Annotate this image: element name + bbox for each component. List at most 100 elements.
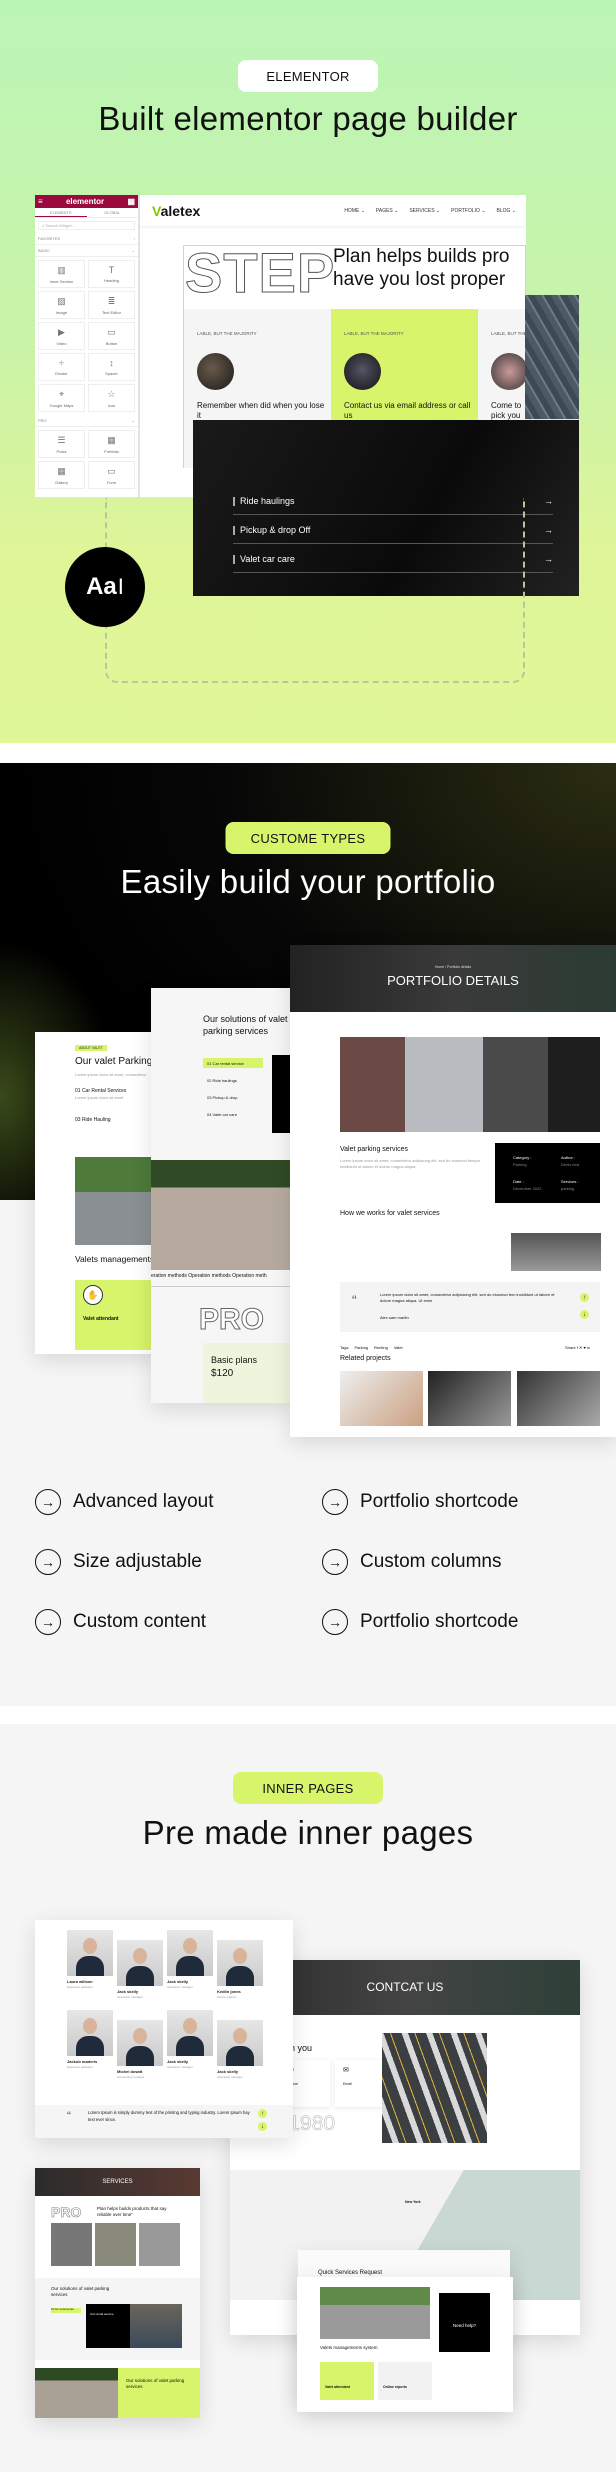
step-avatar [491, 353, 526, 390]
solution-tab[interactable]: 03 Pickup & drop [207, 1095, 237, 1100]
nav-home[interactable]: HOME ⌄ [344, 208, 365, 214]
hamburger-icon[interactable]: ≡ [38, 197, 43, 206]
services-banner: SERVICES [35, 2168, 200, 2196]
divider-icon: ÷ [59, 358, 64, 368]
portfolio-details-page: Home / Portfolio details PORTFOLIO DETAI… [290, 945, 616, 1437]
widget-posts[interactable]: ☰ Posts [38, 430, 85, 458]
widget-portfolio[interactable]: ▦ Portfolio [88, 430, 135, 458]
team-member-role: Operation manager [117, 1995, 143, 1999]
widget-spacer[interactable]: ↕ Spacer [88, 353, 135, 381]
chevron-down-icon: ⌄ [131, 248, 135, 253]
team-member-name: Jack skelly [117, 1989, 139, 1994]
team-member-photo[interactable] [167, 2010, 213, 2056]
button-icon: ▭ [107, 326, 116, 337]
related-project-image[interactable] [428, 1371, 511, 1426]
team-member-role: Senior support [217, 1995, 237, 1999]
service-dark-card: Car rental service [86, 2304, 130, 2348]
share-row[interactable]: Share f ✕ ♥ in [565, 1345, 590, 1350]
nav-blog[interactable]: BLOG ⌄ [497, 208, 516, 214]
tag[interactable]: Valet [394, 1345, 403, 1350]
arrow-down-button[interactable]: ↓ [258, 2122, 267, 2131]
solutions-block: Our solutions of valet parking services … [35, 2278, 200, 2360]
chevron-right-icon: › [133, 236, 135, 241]
widget-gallery[interactable]: ▦ Gallery [38, 461, 85, 489]
widget-image[interactable]: ▨ Image [38, 291, 85, 319]
related-project-image[interactable] [517, 1371, 600, 1426]
widget-search-input[interactable]: ⌕ Search Widget... [38, 221, 135, 230]
feature-item: → Advanced layout [35, 1489, 214, 1515]
tab-elements[interactable]: ELEMENTS [35, 208, 87, 217]
arrow-circle-icon: → [322, 1609, 348, 1635]
step-avatar [197, 353, 234, 390]
grid-icon[interactable]: ▦ [127, 197, 135, 206]
nav-services[interactable]: SERVICES ⌄ [409, 208, 440, 214]
solution-tab[interactable]: 02 Ride haulings [207, 1078, 237, 1083]
team-member-photo[interactable] [217, 1940, 263, 1986]
outline-pro-word: PRO [198, 1303, 265, 1337]
contact-card-email: ✉ Email [335, 2060, 385, 2107]
section-divider [0, 743, 616, 763]
team-member-photo[interactable] [117, 2020, 163, 2066]
elementor-widget-panel: ≡ elementor ▦ ELEMENTS GLOBAL ⌕ Search W… [35, 195, 139, 497]
tag[interactable]: Renting [374, 1345, 388, 1350]
card-title: Our valet Parking Se [75, 1056, 160, 1067]
heading-icon: T [108, 265, 115, 275]
service-image [51, 2223, 92, 2266]
spacer-icon: ↕ [109, 358, 114, 368]
team-member-photo[interactable] [217, 2020, 263, 2066]
team-member-name: Jack skelly [217, 2069, 239, 2074]
arrow-up-button[interactable]: ↑ [580, 1293, 589, 1302]
elementor-pill: ELEMENTOR [238, 60, 378, 92]
parking-lot-image [382, 2033, 487, 2143]
valet-icon: ✋ [83, 1285, 103, 1305]
outline-step-word: STEP [184, 241, 336, 304]
team-member-name: Laura willson [67, 1979, 93, 1984]
widget-form[interactable]: ▭ Form [88, 461, 135, 489]
solutions-green-block: Our solutions of valet parking services [118, 2368, 200, 2418]
team-member-name: Jack skelly [167, 2059, 189, 2064]
widget-icon[interactable]: ☆ Icon [88, 384, 135, 412]
widget-divider[interactable]: ÷ Divider [38, 353, 85, 381]
inner-pages-heading: Pre made inner pages [142, 1814, 474, 1851]
parking-top-view-image [151, 1160, 293, 1270]
portfolio-banner: Home / Portfolio details PORTFOLIO DETAI… [290, 945, 616, 1012]
team-member-role: Operation manager [167, 2065, 193, 2069]
tab-global[interactable]: GLOBAL [87, 208, 139, 217]
widget-heading[interactable]: T Heading [88, 260, 135, 288]
category-favorites[interactable]: FAVORITES › [35, 233, 138, 245]
arrow-up-button[interactable]: ↑ [258, 2109, 267, 2118]
category-pro[interactable]: PRO ⌄ [35, 415, 138, 427]
tag[interactable]: Parking [354, 1345, 368, 1350]
arrow-circle-icon: → [35, 1609, 61, 1635]
image-icon: ▨ [57, 295, 66, 306]
team-member-photo[interactable] [117, 1940, 163, 1986]
service-image [139, 2223, 180, 2266]
site-logo[interactable]: Valetex [152, 203, 200, 219]
arrow-circle-icon: → [322, 1489, 348, 1515]
solution-tab-active[interactable]: 01 Car rental service [203, 1058, 263, 1068]
team-member-photo[interactable] [167, 1930, 213, 1976]
nav-pages[interactable]: PAGES ⌄ [376, 208, 398, 214]
team-member-name: Jackob maderis [67, 2059, 98, 2064]
form-icon: ▭ [107, 465, 116, 476]
widget-inner-section[interactable]: ▥ Inner Section [38, 260, 85, 288]
team-member-role: Executive assistant [67, 1985, 93, 1989]
arrow-down-button[interactable]: ↓ [580, 1310, 589, 1319]
team-page-card: Laura willson Executive assistant Jack ske… [35, 1920, 293, 2138]
services-page-card: SERVICES PRO Plan helps builds products … [35, 2168, 200, 2418]
team-member-photo[interactable] [67, 2010, 113, 2056]
related-project-image[interactable] [340, 1371, 423, 1426]
widget-button[interactable]: ▭ Button [88, 322, 135, 350]
pricing-card: Basic plans $120 [203, 1343, 293, 1403]
project-meta-box: Category : Parking Author : Denis ford D… [495, 1143, 600, 1203]
category-basic[interactable]: BASIC ⌄ [35, 245, 138, 257]
widget-video[interactable]: ▶ Video [38, 322, 85, 350]
team-member-photo[interactable] [67, 1930, 113, 1976]
widget-text-editor[interactable]: ≣ Text Editor [88, 291, 135, 319]
widget-google-maps[interactable]: ⌖ Google Maps [38, 384, 85, 412]
nav-portfolio[interactable]: PORTFOLIO ⌄ [451, 208, 485, 214]
parking-top-view-image [35, 2368, 118, 2418]
map-icon: ⌖ [58, 388, 65, 399]
gallery-icon: ▦ [57, 465, 66, 476]
solution-tab[interactable]: 04 Valet car care [207, 1112, 237, 1117]
